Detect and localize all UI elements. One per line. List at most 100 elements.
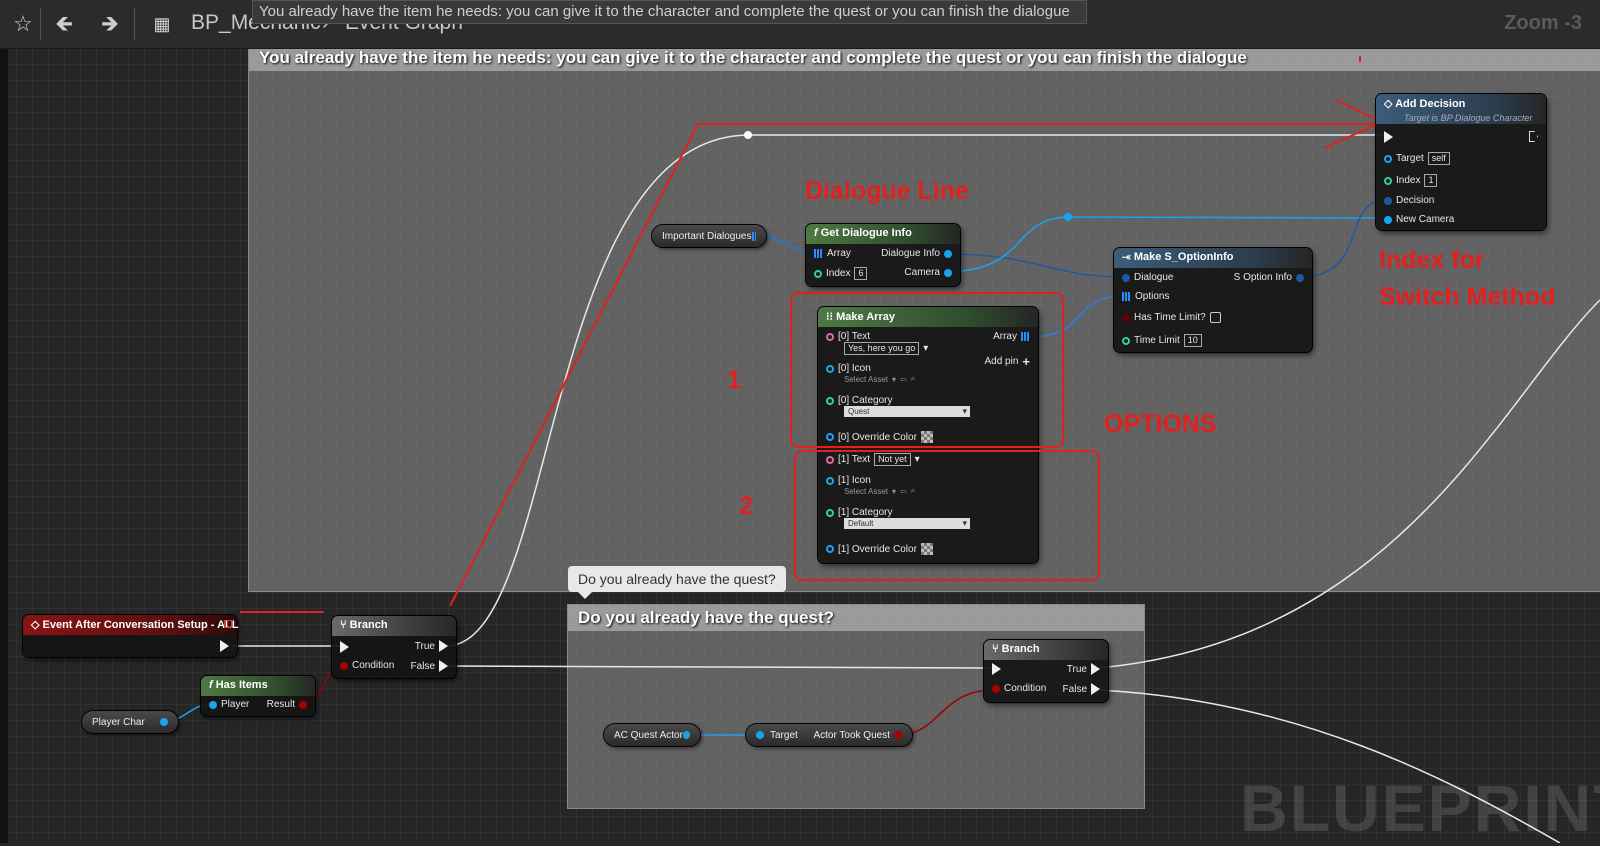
branch-icon: ⑂ bbox=[340, 619, 350, 631]
camera-pin[interactable]: Camera bbox=[904, 267, 952, 278]
condition-pin[interactable]: Condition bbox=[992, 683, 1046, 694]
annotation-switch-method: Switch Method bbox=[1379, 283, 1556, 311]
forward-arrow-icon[interactable]: 🡺 bbox=[96, 10, 124, 38]
node-title: Add Decision bbox=[1395, 98, 1466, 110]
pin-label: Condition bbox=[352, 660, 395, 671]
node-title: Branch bbox=[1001, 643, 1040, 655]
has-items-node[interactable]: f Has Items Player Result bbox=[201, 676, 315, 716]
condition-pin[interactable]: Condition bbox=[340, 660, 394, 671]
decision-pin[interactable]: Decision bbox=[1384, 195, 1434, 206]
divider bbox=[134, 8, 135, 40]
branch-node[interactable]: ⑂ Branch Condition True False bbox=[984, 640, 1108, 702]
pin-label: Player bbox=[221, 699, 250, 710]
dialogue-pin[interactable]: Dialogue bbox=[1122, 272, 1173, 283]
make-option-info-node[interactable]: ⤛ Make S_OptionInfo Dialogue Options Has… bbox=[1114, 248, 1312, 352]
function-icon: f bbox=[814, 227, 818, 239]
output-pin[interactable] bbox=[682, 731, 690, 739]
array-output-pin[interactable] bbox=[751, 231, 756, 241]
function-icon: ◇ bbox=[1384, 98, 1396, 110]
pin-label: Result bbox=[266, 699, 295, 710]
output-pin[interactable] bbox=[160, 718, 168, 726]
delegate-pin[interactable] bbox=[224, 620, 232, 628]
blueprint-watermark: BLUEPRINT bbox=[1240, 771, 1600, 845]
new-camera-pin[interactable]: New Camera bbox=[1384, 214, 1454, 225]
divider bbox=[40, 8, 41, 40]
true-pin[interactable]: True bbox=[415, 640, 448, 652]
options-pin[interactable]: Options bbox=[1122, 291, 1169, 302]
node-header: ◇ Event After Conversation Setup - ALL bbox=[23, 615, 239, 635]
has-time-limit-pin[interactable]: Has Time Limit? bbox=[1122, 312, 1221, 323]
true-pin[interactable]: True bbox=[1067, 663, 1100, 675]
node-subtitle: Target is BP Dialogue Character bbox=[1404, 113, 1533, 123]
dialogue-info-pin[interactable]: Dialogue Info bbox=[881, 248, 952, 259]
index-input[interactable]: 1 bbox=[1424, 174, 1438, 187]
annotation-index-for: Index for bbox=[1379, 246, 1485, 274]
pin-label: Target bbox=[770, 729, 798, 741]
target-pin[interactable]: Target self bbox=[1384, 152, 1450, 165]
false-pin[interactable]: False bbox=[1063, 683, 1100, 695]
star-icon[interactable]: ☆ bbox=[9, 10, 37, 38]
add-decision-node[interactable]: ◇ Add Decision Target is BP Dialogue Cha… bbox=[1376, 94, 1546, 230]
index-pin[interactable]: Index 6 bbox=[814, 267, 868, 280]
annotation-box-option-1 bbox=[790, 292, 1064, 448]
function-icon: f bbox=[209, 679, 213, 691]
exec-in-pin[interactable] bbox=[340, 641, 349, 653]
output-pin[interactable] bbox=[894, 731, 902, 739]
pin-label: Target bbox=[1396, 153, 1424, 164]
exec-out-pin[interactable] bbox=[220, 640, 229, 652]
time-limit-input[interactable]: 10 bbox=[1183, 334, 1202, 347]
pin-label: False bbox=[1062, 683, 1087, 695]
annotation-number-1: 1 bbox=[727, 366, 741, 394]
annotation-box-option-2 bbox=[794, 450, 1100, 581]
node-title: Has Items bbox=[215, 679, 268, 691]
actor-took-quest-node[interactable]: Target Actor Took Quest bbox=[746, 724, 912, 746]
exec-out-pin[interactable] bbox=[1529, 131, 1538, 142]
toolbar: ☆ 🡸 🡺 ▦ BP_Mechanic › Event Graph You al… bbox=[0, 0, 1600, 49]
exec-in-pin[interactable] bbox=[992, 663, 1001, 675]
node-title: Get Dialogue Info bbox=[820, 227, 912, 239]
pin-label: Dialogue Info bbox=[881, 248, 940, 259]
target-input[interactable]: self bbox=[1427, 152, 1450, 165]
exec-wire bbox=[445, 665, 993, 669]
annotation-number-2: 2 bbox=[739, 492, 753, 520]
array-pin[interactable]: Array bbox=[814, 248, 851, 259]
zoom-level: Zoom -3 bbox=[1504, 12, 1582, 34]
pin-label: New Camera bbox=[1396, 214, 1455, 225]
branch-node[interactable]: ⑂ Branch Condition True False bbox=[332, 616, 456, 678]
back-arrow-icon[interactable]: 🡸 bbox=[50, 10, 78, 38]
reroute-node bbox=[1064, 213, 1072, 221]
tooltip: You already have the item he needs: you … bbox=[252, 0, 1087, 24]
get-dialogue-info-node[interactable]: f Get Dialogue Info Array Index 6 Dialogu… bbox=[806, 224, 960, 286]
pin-label: Index bbox=[826, 268, 851, 279]
option-info-output-pin[interactable]: S Option Info bbox=[1234, 272, 1304, 283]
node-title: Event After Conversation Setup - ALL bbox=[42, 619, 239, 631]
time-limit-checkbox[interactable] bbox=[1209, 312, 1221, 323]
annotation-options: OPTIONS bbox=[1104, 410, 1217, 438]
result-pin[interactable]: Result bbox=[267, 699, 307, 710]
event-diamond-icon: ◇ bbox=[31, 619, 43, 631]
pin-label: Decision bbox=[1396, 195, 1435, 206]
index-input[interactable]: 6 bbox=[854, 267, 868, 280]
false-pin[interactable]: False bbox=[411, 660, 448, 672]
important-dialogues-variable[interactable]: Important Dialogues bbox=[652, 225, 766, 247]
index-pin[interactable]: Index 1 bbox=[1384, 174, 1438, 187]
pin-label: Index bbox=[1396, 175, 1421, 186]
player-char-variable[interactable]: Player Char bbox=[82, 711, 178, 733]
event-node[interactable]: ◇ Event After Conversation Setup - ALL bbox=[23, 615, 239, 657]
ac-quest-actor-variable[interactable]: AC Quest Actor bbox=[604, 724, 700, 746]
time-limit-pin[interactable]: Time Limit 10 bbox=[1122, 334, 1202, 347]
node-header: ⤛ Make S_OptionInfo bbox=[1114, 248, 1312, 268]
exec-wire bbox=[1097, 299, 1600, 669]
variable-label: AC Quest Actor bbox=[614, 729, 683, 741]
target-pin[interactable] bbox=[756, 731, 764, 739]
pin-label: Array bbox=[827, 248, 851, 259]
node-title: Branch bbox=[349, 619, 388, 631]
pin-label: Options bbox=[1135, 291, 1170, 302]
annotation-dialogue-line: Dialogue Line bbox=[805, 177, 969, 205]
exec-in-pin[interactable] bbox=[1384, 131, 1393, 143]
player-pin[interactable]: Player bbox=[209, 699, 249, 710]
struct-wire bbox=[943, 253, 1125, 278]
node-header: f Has Items bbox=[201, 676, 315, 696]
node-title: Make S_OptionInfo bbox=[1133, 251, 1234, 263]
pin-label: Has Time Limit? bbox=[1134, 312, 1206, 323]
